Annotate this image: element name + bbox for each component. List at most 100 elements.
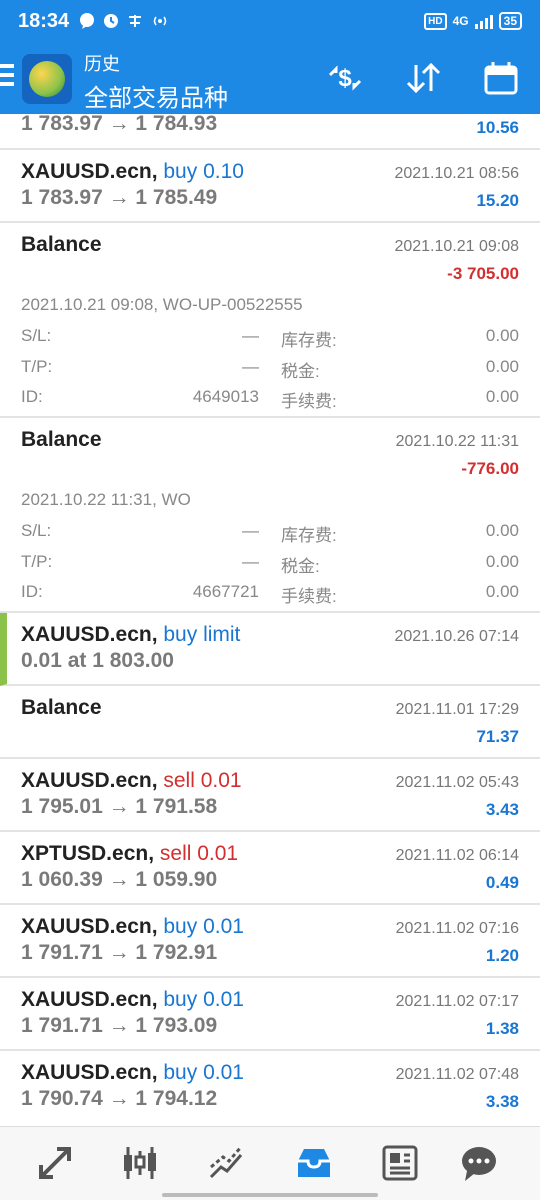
row-date: 2021.11.02 06:14 [395,847,519,864]
row-date: 2021.11.02 07:48 [395,1066,519,1083]
message-icon [80,13,95,29]
row-prices: 0.01 at 1 803.00 [21,649,174,672]
id-label: ID: [21,387,43,406]
fee-label: 手续费: [281,587,337,606]
menu-icon[interactable] [0,64,14,91]
history-row[interactable]: XAUUSD.ecn, sell 0.01 1 795.01 → 1 791.5… [0,759,540,832]
history-row[interactable]: XAUUSD.ecn, buy 0.10 1 783.97 → 1 785.49… [0,150,540,223]
tp-value: — [242,357,259,376]
id-value: 4667721 [192,582,259,601]
status-time: 18:34 [18,9,70,32]
tax-label: 税金: [281,557,320,576]
balance-row-expanded[interactable]: Balance 2021.10.21 09:08 -3 705.00 2021.… [0,223,540,418]
row-prices: 1 783.97 → 1 785.49 [21,186,218,209]
sort-arrows-icon [406,62,441,94]
nav-history[interactable] [292,1141,336,1185]
balance-amount: -3 705.00 [447,264,519,283]
balance-title: Balance [21,696,102,719]
history-icon [298,1149,330,1177]
balance-amount: 71.37 [476,727,519,746]
dollar-exchange-icon: $ [328,65,362,92]
row-profit: 3.43 [485,800,519,819]
swap-value: 0.00 [485,521,519,540]
app-header: 历史 全部交易品种 $ [0,42,540,114]
nav-news[interactable] [378,1141,422,1185]
row-prices: 1 791.71 → 1 792.91 [21,941,218,964]
row-symbol: XAUUSD.ecn, buy 0.01 [21,1061,244,1084]
symbol-filter[interactable]: 全部交易品种 [84,78,228,113]
status-notification-icons [79,13,169,29]
history-list[interactable]: 1 783.97 → 1 784.93 10.56 XAUUSD.ecn, bu… [0,114,540,1126]
date-range-button[interactable] [481,58,521,98]
row-profit: 15.20 [476,191,519,210]
row-direction: sell 0.01 [159,842,239,865]
signal-icon [474,13,493,29]
bottom-navigation [0,1126,540,1200]
balance-comment: 2021.10.22 11:31, WO [21,490,191,509]
hotspot-icon [153,16,167,26]
app-logo [22,54,72,104]
deposit-filter-button[interactable]: $ [325,58,365,98]
id-value: 4649013 [192,387,259,406]
row-direction: buy 0.01 [163,915,244,938]
tax-label: 税金: [281,362,320,381]
clock-icon [104,14,119,28]
fee-value: 0.00 [485,387,519,406]
status-right-icons: HD 4G 35 [424,12,522,30]
sl-value: — [242,326,259,345]
row-date: 2021.10.21 09:08 [394,238,519,255]
row-prices: 1 060.39 → 1 059.90 [21,868,218,891]
nav-trade[interactable] [205,1141,249,1185]
row-date: 2021.11.02 05:43 [395,774,519,791]
history-row[interactable]: XAUUSD.ecn, buy 0.01 1 791.71 → 1 792.91… [0,905,540,978]
row-symbol: XPTUSD.ecn, sell 0.01 [21,842,239,865]
app-notification-icon [129,15,142,27]
fee-label: 手续费: [281,392,337,411]
row-direction: buy limit [163,623,241,646]
row-profit: 1.20 [485,946,519,965]
row-symbol: XAUUSD.ecn, buy 0.01 [21,988,244,1011]
row-profit: 3.38 [485,1092,519,1111]
home-indicator[interactable] [162,1193,378,1197]
row-date: 2021.10.21 08:56 [394,165,519,182]
quotes-icon [39,1147,71,1179]
history-row-partial[interactable]: 1 783.97 → 1 784.93 10.56 [0,114,540,150]
chart-icon [124,1147,156,1179]
history-row[interactable]: XAUUSD.ecn, buy 0.01 1 791.71 → 1 793.09… [0,978,540,1051]
row-direction: buy 0.01 [163,988,244,1011]
nav-chart[interactable] [118,1141,162,1185]
row-prices: 1 791.71 → 1 793.09 [21,1014,218,1037]
tp-label: T/P: [21,552,53,571]
row-symbol: XAUUSD.ecn, buy 0.01 [21,915,244,938]
id-label: ID: [21,582,43,601]
sort-button[interactable] [403,58,443,98]
nav-chat[interactable] [457,1141,501,1185]
fee-value: 0.00 [485,582,519,601]
network-type: 4G [452,14,469,28]
tax-value: 0.00 [485,552,519,571]
balance-comment: 2021.10.21 09:08, WO-UP-00522555 [21,295,303,314]
tax-value: 0.00 [485,357,519,376]
balance-row-expanded[interactable]: Balance 2021.10.22 11:31 -776.00 2021.10… [0,418,540,613]
battery-indicator: 35 [498,12,522,30]
nav-quotes[interactable] [33,1141,77,1185]
chat-icon [462,1147,496,1181]
row-date: 2021.10.22 11:31 [395,433,519,450]
row-date: 2021.11.02 07:16 [395,920,519,937]
history-row[interactable]: XPTUSD.ecn, sell 0.01 1 060.39 → 1 059.9… [0,832,540,905]
row-direction: buy 0.10 [163,160,244,183]
row-date: 2021.11.01 17:29 [395,701,519,718]
swap-label: 库存费: [281,526,337,545]
swap-label: 库存费: [281,331,337,350]
row-symbol: XAUUSD.ecn, buy limit [21,623,241,646]
row-date: 2021.10.26 07:14 [394,628,519,645]
svg-text:$: $ [338,65,352,92]
history-row[interactable]: XAUUSD.ecn, buy 0.01 1 790.74 → 1 794.12… [0,1051,540,1124]
news-icon [382,1145,418,1181]
row-profit: 10.56 [476,118,519,137]
row-prices: 1 790.74 → 1 794.12 [21,1087,218,1110]
balance-row[interactable]: Balance 2021.11.01 17:29 71.37 [0,686,540,759]
row-prices: 1 795.01 → 1 791.58 [21,795,218,818]
row-profit: 1.38 [485,1019,519,1038]
pending-order-row[interactable]: XAUUSD.ecn, buy limit 0.01 at 1 803.00 2… [0,613,540,686]
